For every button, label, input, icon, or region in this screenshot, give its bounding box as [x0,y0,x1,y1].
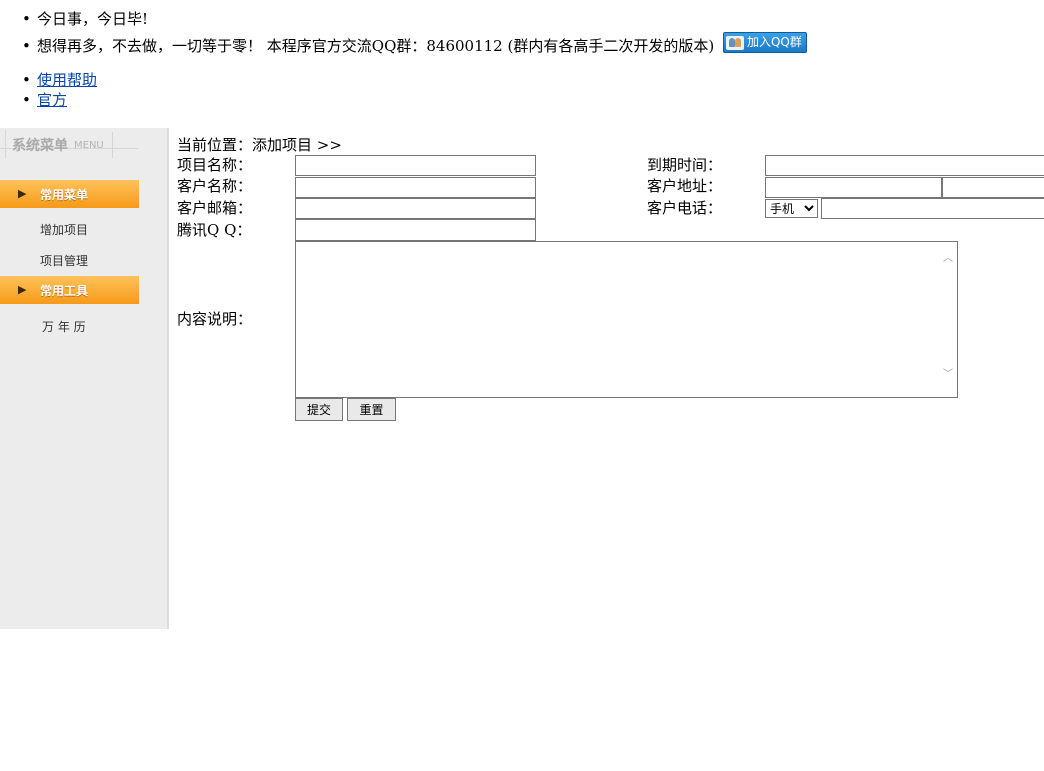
people-icon [725,35,744,50]
reset-button[interactable]: 重置 [347,398,396,421]
sidebar-item-project-manage[interactable]: 项目管理 [40,252,88,269]
customer-name-label: 客户名称： [177,177,253,195]
customer-phone-label: 客户电话： [647,199,723,217]
sidebar-title: 系统菜单 [12,138,68,154]
expire-time-input[interactable] [765,155,1044,176]
project-name-label: 项目名称： [177,156,253,174]
notice-item: • 想得再多，不去做，一切等于零！ 本程序官方交流QQ群：84600112 (群… [22,32,922,57]
notice-list: • 今日事，今日毕! • 想得再多，不去做，一切等于零！ 本程序官方交流QQ群：… [22,8,922,57]
customer-address-input[interactable] [765,177,942,198]
official-link[interactable]: 官方 [37,91,67,109]
notice-text: 想得再多，不去做，一切等于零！ 本程序官方交流QQ群：84600112 (群内有… [37,37,715,55]
breadcrumb: 当前位置：添加项目 >> [177,136,342,154]
link-item: • 使用帮助 [22,70,97,90]
link-list: • 使用帮助 • 官方 [22,70,97,110]
bullet-icon: • [22,91,31,109]
notice-text: 今日事，今日毕! [37,10,149,28]
sidebar-category-common-menu[interactable]: ▶ 常用菜单 [0,180,139,208]
header-divider [112,132,113,158]
expire-time-label: 到期时间： [647,156,723,174]
textarea-scrollbar[interactable]: ︿ ﹀ [939,242,957,397]
customer-email-input[interactable] [295,198,536,219]
join-qq-group-label: 加入QQ群 [746,35,802,49]
sidebar-title-en: MENU [74,140,104,151]
triangle-right-icon: ▶ [18,187,27,200]
link-item: • 官方 [22,90,97,110]
qq-input[interactable] [295,219,536,241]
triangle-right-icon: ▶ [18,283,27,296]
header-divider [5,130,6,158]
customer-name-input[interactable] [295,177,536,198]
bullet-icon: • [22,10,31,28]
content-label: 内容说明： [177,310,253,328]
help-link[interactable]: 使用帮助 [37,71,97,89]
submit-button[interactable]: 提交 [295,398,343,421]
project-name-input[interactable] [295,155,536,176]
qq-label: 腾讯Q Q： [177,221,252,239]
sidebar-item-calendar[interactable]: 万 年 历 [42,318,86,335]
customer-phone-input[interactable] [821,198,1044,219]
bullet-icon: • [22,71,31,89]
sidebar-header: 系统菜单 MENU [0,128,140,160]
customer-address-label: 客户地址： [647,177,723,195]
join-qq-group-button[interactable]: 加入QQ群 [722,32,807,53]
content-textarea[interactable] [295,241,958,398]
bullet-icon: • [22,37,31,55]
customer-email-label: 客户邮箱： [177,199,253,217]
sidebar-category-common-tools[interactable]: ▶ 常用工具 [0,276,139,304]
chevron-up-icon[interactable]: ︿ [942,254,954,264]
chevron-down-icon[interactable]: ﹀ [942,370,954,380]
notice-item: • 今日事，今日毕! [22,8,922,30]
sidebar-category-label: 常用工具 [40,284,89,298]
sidebar-item-add-project[interactable]: 增加项目 [40,221,88,238]
sidebar-category-label: 常用菜单 [40,188,89,202]
customer-address-extra-input[interactable] [942,177,1044,198]
sidebar: 系统菜单 MENU ▶ 常用菜单 增加项目 项目管理 ▶ 常用工具 万 年 历 [0,128,169,629]
phone-type-select[interactable]: 手机 [765,199,818,218]
